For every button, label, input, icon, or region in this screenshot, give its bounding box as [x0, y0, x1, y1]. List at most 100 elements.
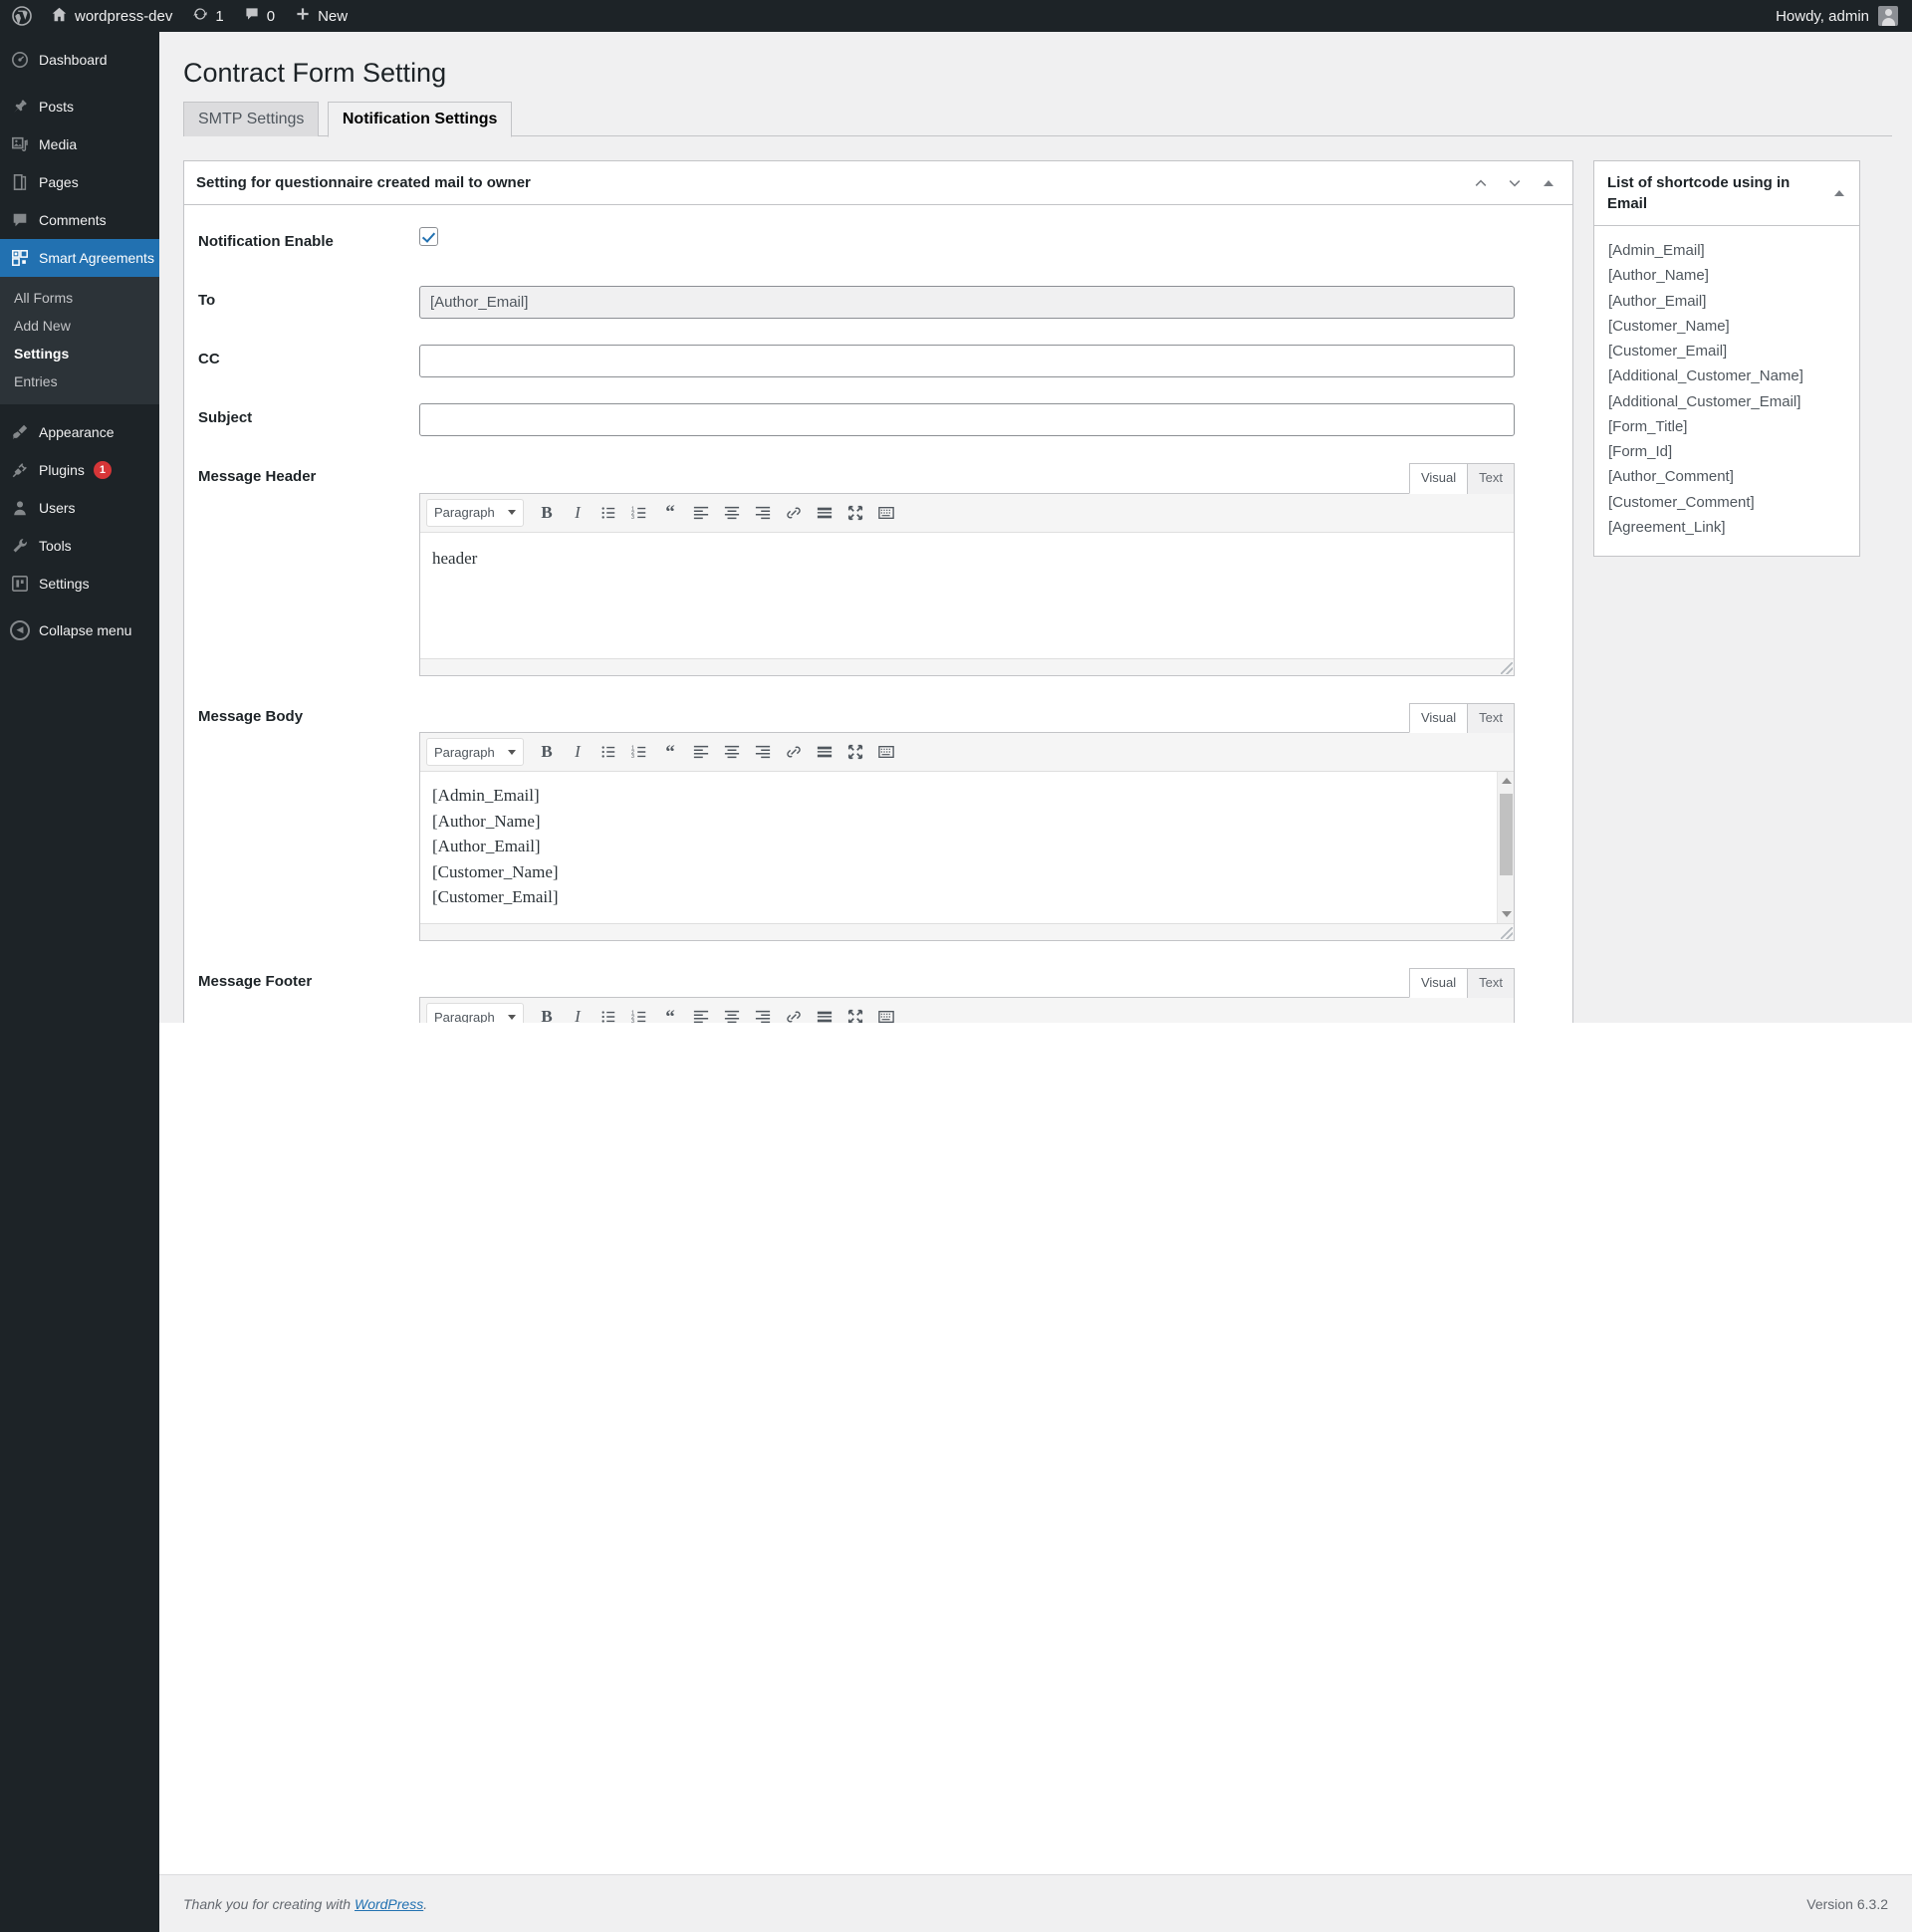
sidebar-subitem-all-forms[interactable]: All Forms	[0, 284, 159, 312]
wordpress-logo-button[interactable]	[0, 0, 41, 32]
editor-tab-visual[interactable]: Visual	[1408, 463, 1469, 494]
fullscreen-icon[interactable]	[841, 499, 869, 527]
shortcode-item[interactable]: [Form_Title]	[1608, 414, 1845, 439]
align-right-icon[interactable]	[749, 738, 777, 766]
fullscreen-icon[interactable]	[841, 738, 869, 766]
editor-tab-visual[interactable]: Visual	[1408, 702, 1469, 734]
tab-smtp-settings[interactable]: SMTP Settings	[183, 102, 320, 137]
editor-tab-visual[interactable]: Visual	[1408, 967, 1469, 999]
shortcode-item[interactable]: [Customer_Comment]	[1608, 490, 1845, 515]
new-content-button[interactable]: New	[285, 0, 358, 32]
align-left-icon[interactable]	[687, 499, 715, 527]
shortcode-item[interactable]: [Additional_Customer_Email]	[1608, 389, 1845, 414]
settings-icon	[10, 574, 30, 594]
sidebar-item-plugins[interactable]: Plugins 1	[0, 451, 159, 489]
bold-icon[interactable]: B	[533, 738, 561, 766]
align-right-icon[interactable]	[749, 499, 777, 527]
subject-label: Subject	[198, 409, 253, 427]
shortcode-item[interactable]: [Form_Id]	[1608, 439, 1845, 464]
shortcode-item[interactable]: [Author_Comment]	[1608, 464, 1845, 489]
link-icon[interactable]	[780, 499, 808, 527]
editor-status-bar	[420, 922, 1514, 940]
read-more-icon[interactable]	[811, 738, 838, 766]
my-account-menu[interactable]: Howdy, admin	[1776, 6, 1912, 26]
sidebar-subitem-add-new[interactable]: Add New	[0, 312, 159, 340]
move-up-button[interactable]	[1465, 165, 1497, 201]
pin-icon	[10, 97, 30, 117]
paragraph-format-select[interactable]: Paragraph	[426, 738, 524, 767]
shortcode-item[interactable]: [Additional_Customer_Name]	[1608, 363, 1845, 388]
toggle-panel-button[interactable]	[1533, 165, 1564, 201]
editor-scrollbar[interactable]	[1497, 772, 1514, 923]
shortcode-panel-header[interactable]: List of shortcode using in Email	[1594, 161, 1859, 227]
scroll-down-icon[interactable]	[1502, 910, 1512, 917]
panel-header[interactable]: Setting for questionnaire created mail t…	[184, 161, 1572, 206]
wordpress-link[interactable]: WordPress	[355, 1896, 423, 1912]
comments-button[interactable]: 0	[234, 0, 285, 32]
updates-button[interactable]: 1	[182, 0, 233, 32]
align-left-icon[interactable]	[687, 738, 715, 766]
shortcode-item[interactable]: [Admin_Email]	[1608, 238, 1845, 263]
shortcode-item[interactable]: [Author_Name]	[1608, 263, 1845, 288]
link-icon[interactable]	[780, 738, 808, 766]
cc-input[interactable]	[419, 345, 1515, 378]
bulleted-list-icon[interactable]	[595, 738, 622, 766]
kitchen-sink-icon[interactable]	[872, 499, 900, 527]
sidebar-item-collapse-menu[interactable]: ◀ Collapse menu	[0, 611, 159, 649]
paragraph-format-select[interactable]: Paragraph	[426, 498, 524, 527]
editor-tab-text[interactable]: Text	[1467, 967, 1515, 999]
updates-icon	[192, 6, 208, 26]
numbered-list-icon[interactable]: 123	[625, 499, 653, 527]
bold-icon[interactable]: B	[533, 499, 561, 527]
bulleted-list-icon[interactable]	[595, 499, 622, 527]
sidebar-item-users[interactable]: Users	[0, 489, 159, 527]
move-down-button[interactable]	[1499, 165, 1531, 201]
align-center-icon[interactable]	[718, 738, 746, 766]
notification-enable-checkbox[interactable]	[419, 227, 438, 247]
plugins-update-badge: 1	[93, 461, 113, 479]
editor-box: Paragraph B I	[419, 492, 1515, 676]
sidebar-subitem-entries[interactable]: Entries	[0, 367, 159, 395]
message-body-line: [Customer_Email]	[432, 887, 559, 907]
shortcode-item[interactable]: [Customer_Email]	[1608, 339, 1845, 363]
sidebar-item-posts[interactable]: Posts	[0, 88, 159, 125]
editor-tab-text[interactable]: Text	[1467, 702, 1515, 734]
site-name-button[interactable]: wordpress-dev	[41, 0, 182, 32]
to-control	[419, 286, 1554, 320]
tab-notification-settings[interactable]: Notification Settings	[327, 102, 513, 138]
blockquote-icon[interactable]: “	[656, 738, 684, 766]
sidebar-item-label: Media	[39, 135, 78, 152]
shortcode-item[interactable]: [Author_Email]	[1608, 289, 1845, 314]
blockquote-icon[interactable]: “	[656, 499, 684, 527]
resize-handle[interactable]	[1501, 661, 1513, 674]
align-center-icon[interactable]	[718, 499, 746, 527]
message-header-textarea[interactable]: header	[420, 533, 1514, 658]
read-more-icon[interactable]	[811, 499, 838, 527]
italic-icon[interactable]: I	[564, 738, 592, 766]
to-input[interactable]	[419, 286, 1515, 320]
sidebar-item-dashboard[interactable]: Dashboard	[0, 41, 159, 79]
shortcode-item[interactable]: [Agreement_Link]	[1608, 515, 1845, 540]
resize-handle[interactable]	[1501, 926, 1513, 939]
scroll-up-icon[interactable]	[1502, 778, 1512, 785]
shortcode-item[interactable]: [Customer_Name]	[1608, 314, 1845, 339]
sidebar-item-comments[interactable]: Comments	[0, 201, 159, 239]
sidebar-item-smart-agreements[interactable]: Smart Agreements	[0, 239, 167, 277]
italic-icon[interactable]: I	[564, 499, 592, 527]
scrollbar-thumb[interactable]	[1500, 794, 1513, 876]
sidebar-item-media[interactable]: Media	[0, 125, 159, 163]
sidebar-item-settings[interactable]: Settings	[0, 565, 159, 603]
sidebar-item-tools[interactable]: Tools	[0, 527, 159, 565]
editor-tab-text[interactable]: Text	[1467, 463, 1515, 494]
sidebar-subitem-settings[interactable]: Settings	[0, 340, 159, 367]
kitchen-sink-icon[interactable]	[872, 738, 900, 766]
subject-input[interactable]	[419, 403, 1515, 437]
editor-mode-tabs: Visual Text	[419, 967, 1515, 999]
sidebar-item-appearance[interactable]: Appearance	[0, 413, 159, 451]
sidebar-item-pages[interactable]: Pages	[0, 163, 159, 201]
numbered-list-icon[interactable]: 123	[625, 738, 653, 766]
notification-enable-label: Notification Enable	[198, 233, 334, 251]
footer-thanks-suffix: .	[423, 1895, 428, 1912]
toggle-panel-button[interactable]	[1827, 181, 1851, 205]
message-body-textarea[interactable]: [Admin_Email] [Author_Name] [Author_Emai…	[420, 772, 1514, 923]
